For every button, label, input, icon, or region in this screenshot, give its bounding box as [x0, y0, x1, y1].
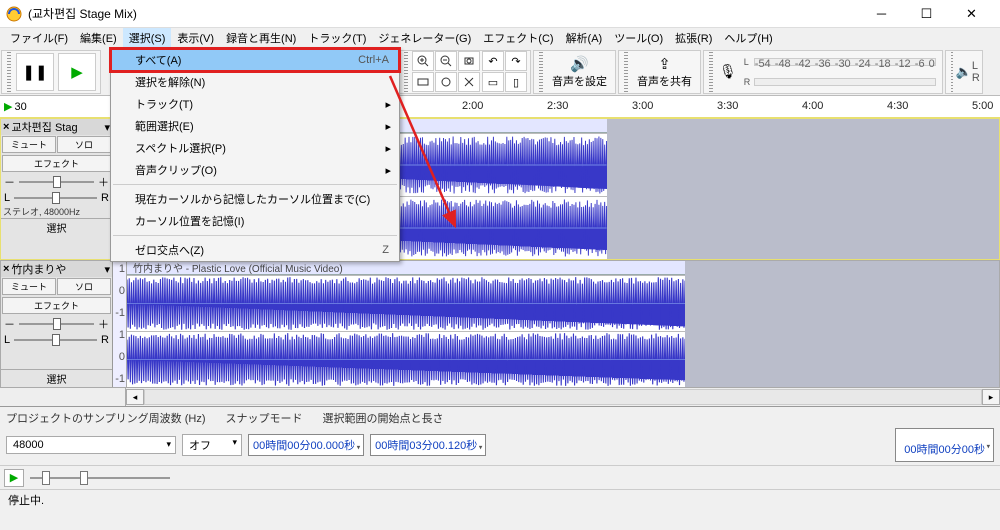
track-close-button[interactable]: ×: [3, 263, 9, 275]
audio-setup-label: 音声を設定: [552, 73, 607, 89]
label-sel-range: 選択範囲の開始点と長さ: [323, 410, 444, 426]
transport-group: ❚❚ ▶: [1, 50, 101, 94]
share-audio-group: ⇪ 音声を共有: [618, 50, 701, 94]
sample-rate-combo[interactable]: 48000: [6, 436, 176, 454]
menu-v[interactable]: 表示(V): [171, 28, 220, 48]
track-name: 교차편집 Stag: [11, 119, 77, 135]
play-at-speed-bar: ▶: [0, 465, 1000, 489]
track-select-button[interactable]: 選択: [1, 218, 112, 236]
dropdown-item[interactable]: 選択を解除(N): [111, 71, 399, 93]
play-at-speed-button[interactable]: ▶: [4, 469, 24, 487]
pan-slider[interactable]: LR: [1, 333, 112, 347]
amplitude-scale: 10-110-1: [113, 261, 127, 387]
waveform-area[interactable]: 竹内まりや - Plastic Love (Official Music Vid…: [127, 261, 999, 387]
dropdown-item[interactable]: スペクトル選択(P)▸: [111, 137, 399, 159]
gain-slider[interactable]: －＋: [1, 315, 112, 333]
snap-combo[interactable]: オフ: [182, 434, 242, 456]
tool1-icon[interactable]: ▭: [482, 72, 504, 92]
mute-button[interactable]: ミュート: [2, 278, 56, 295]
audio-setup-button[interactable]: 🔊 音声を設定: [546, 55, 613, 89]
solo-button[interactable]: ソロ: [57, 278, 111, 295]
zoom-group: ↶ ↷ ▭ ▯: [398, 50, 531, 94]
menu-r[interactable]: 拡張(R): [669, 28, 718, 48]
mute-button[interactable]: ミュート: [2, 136, 56, 153]
menu-e[interactable]: 編集(E): [74, 28, 123, 48]
minimize-button[interactable]: ─: [859, 0, 904, 28]
solo-button[interactable]: ソロ: [57, 136, 111, 153]
fit-project-icon[interactable]: [412, 72, 434, 92]
label-sample-rate: プロジェクトのサンプリング周波数 (Hz): [6, 410, 206, 426]
track-select-button[interactable]: 選択: [1, 369, 112, 387]
menu-bar: ファイル(F)編集(E)選択(S)表示(V)録音と再生(N)トラック(T)ジェネ…: [0, 28, 1000, 48]
menu-g[interactable]: ジェネレーター(G): [372, 28, 477, 48]
speaker-small-icon: 🔈: [956, 64, 972, 80]
title-bar: (교차편집 Stage Mix) ─ ☐ ✕: [0, 0, 1000, 28]
dropdown-item[interactable]: 音声クリップ(O)▸: [111, 159, 399, 181]
scroll-right-button[interactable]: ▸: [982, 389, 1000, 405]
dropdown-item[interactable]: カーソル位置を記憶(I): [111, 210, 399, 232]
selection-start-field[interactable]: 00時間00分00.000秒: [248, 434, 364, 456]
share-icon: ⇪: [658, 55, 671, 73]
play-button[interactable]: ▶: [58, 53, 96, 91]
close-button[interactable]: ✕: [949, 0, 994, 28]
menu-a[interactable]: 解析(A): [560, 28, 609, 48]
track-row: ×竹内まりや▾ミュートソロエフェクト－＋LR選択10-110-1竹内まりや - …: [0, 260, 1000, 388]
dropdown-item[interactable]: ゼロ交点へ(Z)Z: [111, 239, 399, 261]
audio-setup-group: 🔊 音声を設定: [533, 50, 616, 94]
effects-button[interactable]: エフェクト: [2, 155, 111, 172]
zoom-toggle-icon[interactable]: [435, 72, 457, 92]
speaker-icon: 🔊: [570, 55, 589, 73]
menu-c[interactable]: エフェクト(C): [477, 28, 559, 48]
select-menu-dropdown: すべて(A)Ctrl+A選択を解除(N)トラック(T)▸範囲選択(E)▸スペクト…: [110, 48, 400, 262]
zoom-in-icon[interactable]: [412, 51, 434, 71]
audio-position-field[interactable]: 00時間00分00秒: [895, 428, 994, 462]
status-bar: 停止中.: [0, 489, 1000, 509]
menu-h[interactable]: ヘルプ(H): [718, 28, 778, 48]
menu-f[interactable]: ファイル(F): [4, 28, 74, 48]
track-info: ステレオ, 48000Hz: [1, 205, 112, 218]
play-flag-icon: ▶: [4, 100, 12, 113]
menu-n[interactable]: 録音と再生(N): [220, 28, 302, 48]
label-snap: スナップモード: [226, 410, 303, 426]
selection-length-field[interactable]: 00時間03分00.120秒: [370, 434, 486, 456]
mic-icon: 🎙: [716, 63, 740, 80]
dropdown-item[interactable]: 範囲選択(E)▸: [111, 115, 399, 137]
window-title: (교차편집 Stage Mix): [28, 5, 859, 22]
menu-o[interactable]: ツール(O): [608, 28, 669, 48]
menu-s[interactable]: 選択(S): [123, 28, 172, 48]
timeline-cursor-value: 30: [14, 101, 26, 113]
maximize-button[interactable]: ☐: [904, 0, 949, 28]
dropdown-item[interactable]: すべて(A)Ctrl+A: [111, 49, 399, 71]
dropdown-item[interactable]: トラック(T)▸: [111, 93, 399, 115]
recording-meter[interactable]: L-54-48-42-36-30-24-18-12-60 R: [740, 50, 940, 94]
track-name: 竹内まりや: [11, 261, 66, 277]
undo-icon[interactable]: ↶: [482, 51, 504, 71]
effects-button[interactable]: エフェクト: [2, 297, 111, 314]
pause-button[interactable]: ❚❚: [16, 53, 54, 91]
dropdown-item[interactable]: 現在カーソルから記憶したカーソル位置まで(C): [111, 188, 399, 210]
fit-selection-icon[interactable]: [458, 51, 480, 71]
menu-t[interactable]: トラック(T): [302, 28, 372, 48]
share-audio-label: 音声を共有: [637, 73, 692, 89]
selection-bar: プロジェクトのサンプリング周波数 (Hz) スナップモード 選択範囲の開始点と長…: [0, 406, 1000, 465]
tool2-icon[interactable]: ▯: [505, 72, 527, 92]
horizontal-scrollbar[interactable]: ◂ ▸: [0, 388, 1000, 406]
rec-meter-group: 🎙 L-54-48-42-36-30-24-18-12-60 R: [703, 50, 943, 94]
zoom-out-icon[interactable]: [435, 51, 457, 71]
share-audio-button[interactable]: ⇪ 音声を共有: [631, 55, 698, 89]
track-close-button[interactable]: ×: [3, 121, 9, 133]
scroll-left-button[interactable]: ◂: [126, 389, 144, 405]
redo-icon[interactable]: ↷: [505, 51, 527, 71]
trim-icon[interactable]: [458, 72, 480, 92]
scroll-track[interactable]: [144, 389, 982, 405]
clip-title[interactable]: 竹内まりや - Plastic Love (Official Music Vid…: [127, 261, 685, 275]
play-meter-group: 🔈 LR: [945, 50, 983, 94]
timeline-cursor-cell: ▶ 30: [0, 96, 112, 117]
app-icon: [6, 6, 22, 22]
gain-slider[interactable]: －＋: [1, 173, 112, 191]
play-speed-slider[interactable]: [30, 477, 170, 479]
pan-slider[interactable]: LR: [1, 191, 112, 205]
status-text: 停止中.: [8, 495, 44, 507]
